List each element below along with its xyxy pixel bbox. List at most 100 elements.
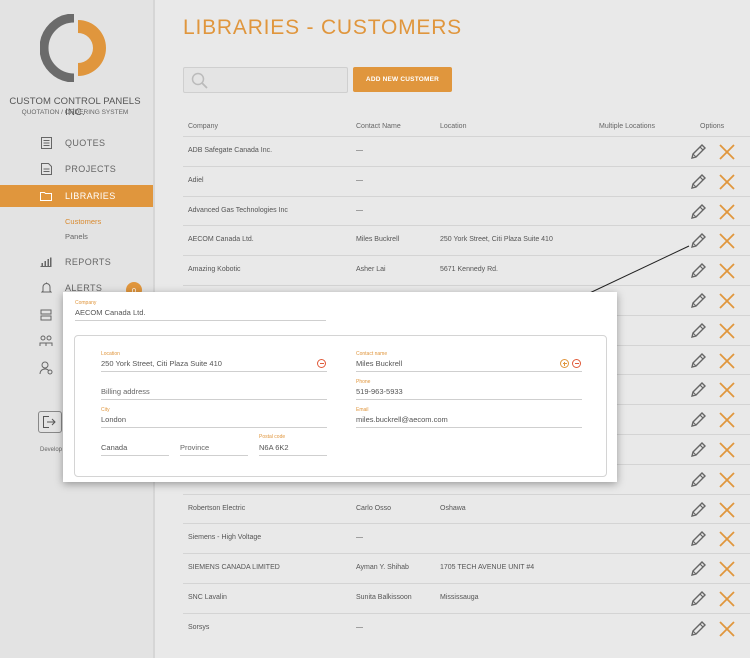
table-row[interactable]: SIEMENS CANADA LIMITED Ayman Y. Shihab 170… (183, 553, 750, 583)
table-row[interactable]: Advanced Gas Technologies Inc — (183, 195, 750, 226)
company-cell: Advanced Gas Technologies Inc (188, 206, 288, 214)
remove-location-icon[interactable] (317, 359, 326, 368)
contact-cell: — (356, 206, 363, 214)
nav-item-projects[interactable]: PROJECTS (0, 158, 153, 180)
edit-pencil-icon[interactable] (689, 322, 707, 340)
delete-x-icon[interactable] (717, 619, 737, 639)
column-header-contact[interactable]: Contact Name (356, 123, 401, 130)
contact-cell: Carlo Osso (356, 504, 392, 512)
delete-x-icon[interactable] (717, 231, 737, 251)
table-row[interactable]: ADB Safegate Canada Inc. — (183, 136, 750, 166)
reports-icon (39, 255, 53, 269)
users-icon[interactable] (39, 334, 53, 348)
brand-tagline: QUOTATION / ORDERING SYSTEM (21, 109, 129, 116)
country-field[interactable]: Canada (101, 443, 169, 456)
location-label: Location (101, 351, 120, 357)
edit-pencil-icon[interactable] (689, 352, 707, 370)
network-icon[interactable] (39, 308, 53, 322)
column-header-options: Options (700, 123, 725, 130)
logout-button[interactable] (38, 411, 62, 433)
table-row[interactable]: SNC Lavalin Sunita Balkissoon Mississauga (183, 583, 750, 613)
sub-item-customers[interactable]: Customers (65, 217, 101, 226)
edit-pencil-icon[interactable] (689, 143, 707, 161)
email-label: Email (356, 407, 369, 413)
contact-cell: — (356, 534, 363, 542)
delete-x-icon[interactable] (717, 500, 737, 520)
delete-x-icon[interactable] (717, 142, 737, 162)
nav-item-reports[interactable]: REPORTS (0, 251, 153, 273)
table-row[interactable]: Adiel — (183, 165, 750, 196)
contact-cell: Asher Lai (356, 266, 386, 274)
delete-x-icon[interactable] (717, 321, 737, 341)
edit-pencil-icon[interactable] (689, 441, 707, 459)
table-row[interactable]: Siemens - High Voltage — (183, 523, 750, 553)
delete-x-icon[interactable] (717, 202, 737, 222)
delete-x-icon[interactable] (717, 351, 737, 371)
edit-pencil-icon[interactable] (689, 203, 707, 221)
location-field[interactable]: 250 York Street, Citi Plaza Suite 410 (101, 359, 327, 372)
city-field[interactable]: London (101, 415, 327, 428)
edit-pencil-icon[interactable] (689, 292, 707, 310)
add-contact-icon[interactable] (560, 359, 569, 368)
contact-cell: — (356, 147, 363, 154)
delete-x-icon[interactable] (717, 470, 737, 490)
edit-pencil-icon[interactable] (689, 471, 707, 489)
edit-pencil-icon[interactable] (689, 590, 707, 608)
company-field[interactable]: AECOM Canada Ltd. (75, 308, 326, 321)
nav-item-quotes[interactable]: QUOTES (0, 132, 153, 154)
sub-item-panels[interactable]: Panels (65, 232, 88, 241)
remove-contact-icon[interactable] (572, 359, 581, 368)
search-input[interactable] (183, 67, 348, 93)
phone-field[interactable]: 519-963-5933 (356, 387, 582, 400)
location-cell: Mississauga (440, 594, 479, 601)
delete-x-icon[interactable] (717, 410, 737, 430)
city-label: City (101, 407, 110, 413)
edit-pencil-icon[interactable] (689, 381, 707, 399)
add-new-customer-button[interactable]: ADD NEW CUSTOMER (353, 67, 452, 92)
company-cell: Siemens - High Voltage (188, 534, 262, 542)
edit-pencil-icon[interactable] (689, 411, 707, 429)
delete-x-icon[interactable] (717, 559, 737, 579)
delete-x-icon[interactable] (717, 529, 737, 549)
quotes-icon (39, 136, 53, 150)
delete-x-icon[interactable] (717, 380, 737, 400)
contact-cell: — (356, 623, 363, 631)
column-header-multiple-locations[interactable]: Multiple Locations (599, 123, 655, 130)
company-cell: ADB Safegate Canada Inc. (188, 147, 273, 154)
billing-address-field[interactable]: Billing address (101, 387, 327, 400)
table-row[interactable]: AECOM Canada Ltd. Miles Buckrell 250 York … (183, 225, 750, 255)
company-cell: Sorsys (188, 623, 210, 631)
table-row[interactable]: Robertson Electric Carlo Osso Oshawa (183, 493, 750, 524)
table-row[interactable]: Amazing Kobotic Asher Lai 5671 Kennedy Rd. (183, 255, 750, 285)
user-settings-icon[interactable] (39, 361, 53, 375)
edit-pencil-icon[interactable] (689, 232, 707, 250)
edit-pencil-icon[interactable] (689, 262, 707, 280)
column-header-location[interactable]: Location (440, 123, 466, 130)
edit-pencil-icon[interactable] (689, 530, 707, 548)
delete-x-icon[interactable] (717, 440, 737, 460)
nav-label-quotes: QUOTES (65, 138, 106, 148)
customer-detail-popup: Company AECOM Canada Ltd. Location 250 Y… (63, 292, 617, 482)
company-logo (40, 14, 106, 82)
location-cell: 250 York Street, Citi Plaza Suite 410 (440, 236, 553, 244)
edit-pencil-icon[interactable] (689, 560, 707, 578)
nav-item-libraries[interactable]: LIBRARIES (0, 185, 153, 207)
email-field[interactable]: miles.buckrell@aecom.com (356, 415, 582, 428)
province-field[interactable]: Province (180, 443, 248, 456)
edit-pencil-icon[interactable] (689, 173, 707, 191)
delete-x-icon[interactable] (717, 589, 737, 609)
company-cell: SIEMENS CANADA LIMITED (188, 564, 280, 572)
delete-x-icon[interactable] (717, 172, 737, 192)
edit-pencil-icon[interactable] (689, 501, 707, 519)
edit-pencil-icon[interactable] (689, 620, 707, 638)
table-row[interactable]: Sorsys — (183, 612, 750, 643)
postal-code-field[interactable]: N6A 6K2 (259, 443, 327, 456)
column-header-company[interactable]: Company (188, 123, 218, 130)
delete-x-icon[interactable] (717, 291, 737, 311)
delete-x-icon[interactable] (717, 261, 737, 281)
page-title: LIBRARIES - CUSTOMERS (183, 16, 462, 39)
phone-label: Phone (356, 379, 371, 385)
contact-name-field[interactable]: Miles Buckrell (356, 359, 582, 372)
contact-name-label: Contact name (356, 351, 388, 357)
nav-label-projects: PROJECTS (65, 164, 117, 174)
